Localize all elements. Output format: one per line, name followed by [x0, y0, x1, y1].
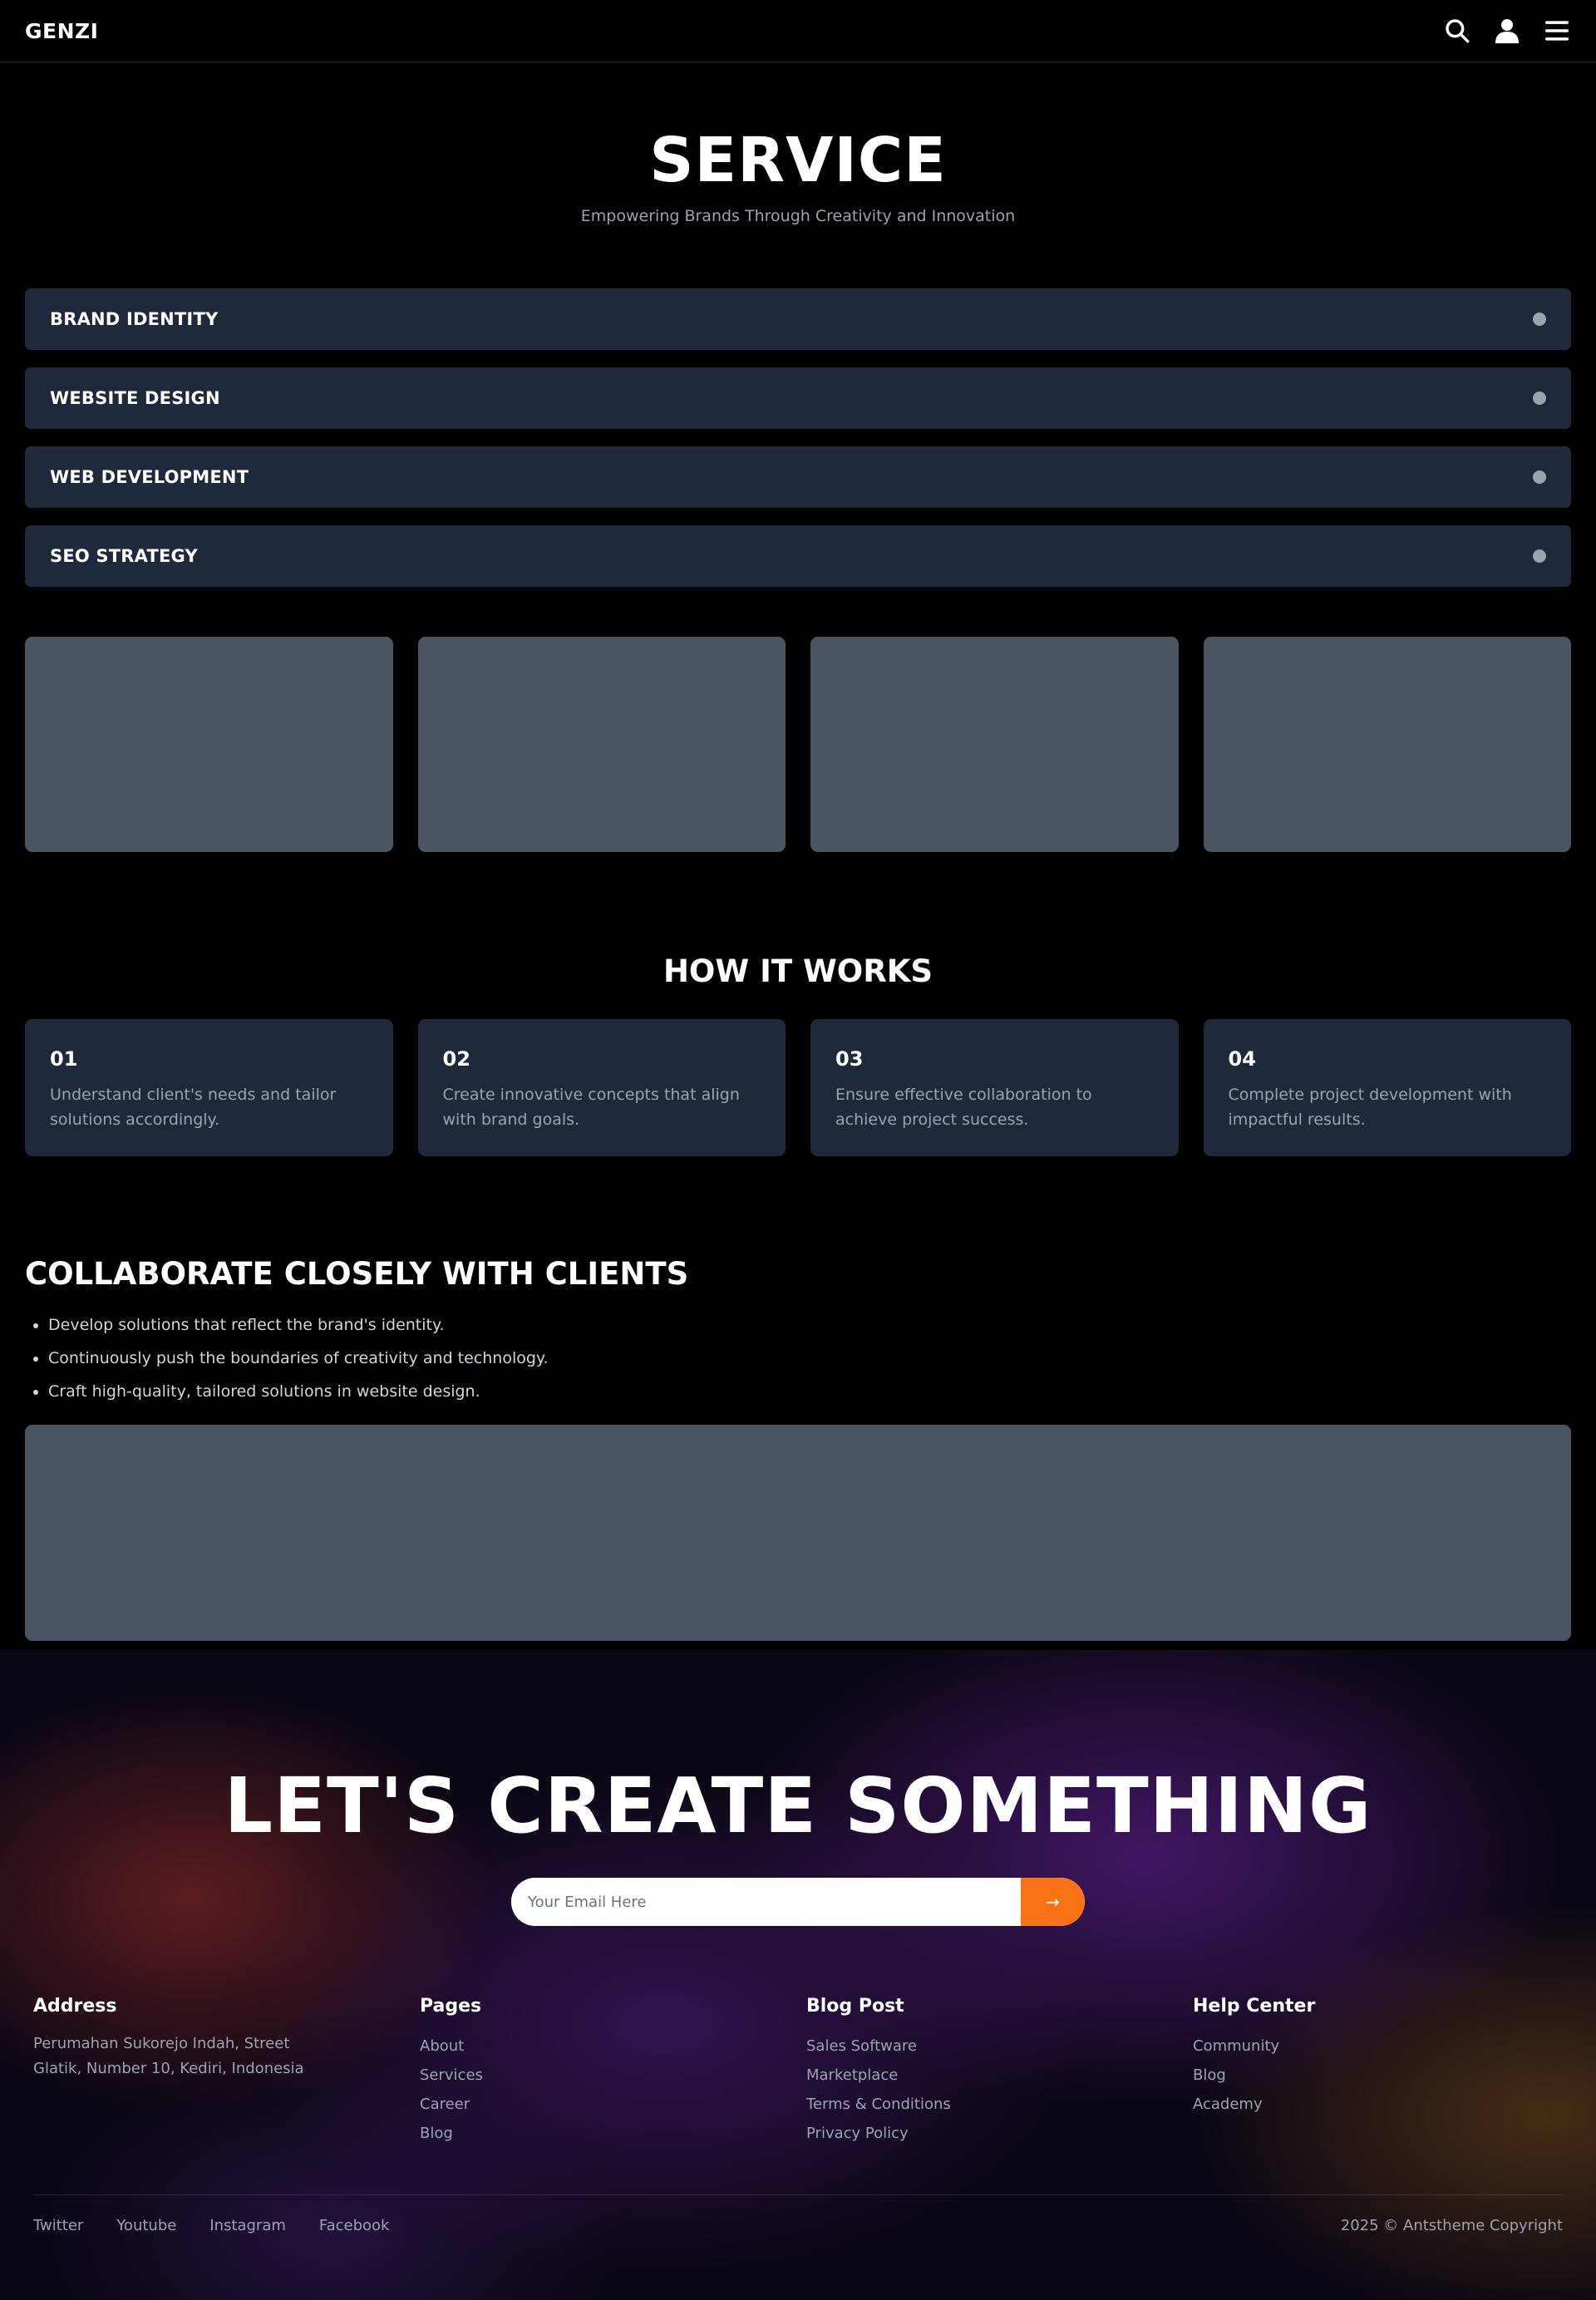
step-card: 04 Complete project development with imp… — [1203, 1018, 1571, 1156]
subscribe-button[interactable]: → — [1021, 1878, 1085, 1926]
column-title: Help Center — [1193, 1996, 1316, 2017]
service-item-brand-identity[interactable]: BRAND IDENTITY — [25, 288, 1571, 350]
dot-icon — [1533, 470, 1546, 484]
step-description: Create innovative concepts that align wi… — [442, 1085, 740, 1129]
collaborate-title: COLLABORATE CLOSELY WITH CLIENTS — [25, 1255, 689, 1292]
service-item-label: WEBSITE DESIGN — [50, 387, 220, 408]
subscribe-form: → — [0, 1878, 1596, 1926]
dot-icon — [1533, 312, 1546, 326]
step-number: 04 — [1228, 1047, 1256, 1071]
footer-col-blog-post: Blog Post Sales Software Marketplace Ter… — [806, 1996, 1176, 2148]
footer-link-marketplace[interactable]: Marketplace — [806, 2066, 898, 2084]
footer-link-career[interactable]: Career — [420, 2096, 470, 2113]
service-item-label: BRAND IDENTITY — [50, 308, 219, 329]
service-item-website-design[interactable]: WEBSITE DESIGN — [25, 367, 1571, 429]
image-placeholder — [810, 636, 1179, 852]
how-it-works-title: HOW IT WORKS — [663, 953, 933, 989]
step-description: Ensure effective collaboration to achiev… — [835, 1085, 1092, 1129]
list-item: Develop solutions that reflect the brand… — [48, 1308, 1571, 1342]
footer-col-address: Address Perumahan Sukorejo Indah, Street… — [33, 1996, 403, 2148]
footer-link-academy[interactable]: Academy — [1193, 2096, 1263, 2113]
pages-links: About Services Career Blog — [420, 2032, 790, 2148]
dot-icon — [1533, 549, 1546, 563]
copyright: 2025 © Antstheme Copyright — [1340, 2217, 1563, 2234]
step-description: Complete project development with impact… — [1228, 1085, 1512, 1129]
logo[interactable]: GENZI — [25, 19, 98, 43]
footer-bottom: Twitter Youtube Instagram Facebook 2025 … — [0, 2217, 1596, 2234]
image-placeholder — [1203, 636, 1571, 852]
page-subtitle: Empowering Brands Through Creativity and… — [580, 206, 1016, 225]
social-links: Twitter Youtube Instagram Facebook — [33, 2217, 389, 2234]
footer-link-sales-software[interactable]: Sales Software — [806, 2037, 917, 2055]
address-text: Perumahan Sukorejo Indah, Street Glatik,… — [33, 2035, 304, 2077]
dot-icon — [1533, 391, 1546, 405]
list-item: Craft high-quality, tailored solutions i… — [48, 1375, 1571, 1408]
footer-columns: Address Perumahan Sukorejo Indah, Street… — [0, 1996, 1596, 2148]
site-footer: LET'S CREATE SOMETHING → Address Perumah… — [0, 1650, 1596, 2300]
service-hero: SERVICE Empowering Brands Through Creati… — [0, 62, 1596, 225]
social-link-youtube[interactable]: Youtube — [116, 2217, 176, 2234]
footer-divider — [33, 2194, 1563, 2195]
step-number: 01 — [50, 1047, 78, 1071]
list-item: Continuously push the boundaries of crea… — [48, 1342, 1571, 1375]
page: GENZI SERVICE Empowering Brands Through … — [0, 0, 1596, 2300]
step-description: Understand client's needs and tailor sol… — [50, 1085, 337, 1129]
step-card: 02 Create innovative concepts that align… — [417, 1018, 786, 1156]
site-header: GENZI — [0, 0, 1596, 62]
step-card: 01 Understand client's needs and tailor … — [25, 1018, 393, 1156]
step-card: 03 Ensure effective collaboration to ach… — [810, 1018, 1179, 1156]
footer-col-pages: Pages About Services Career Blog — [420, 1996, 790, 2148]
image-placeholder — [417, 636, 786, 852]
column-title: Blog Post — [806, 1996, 904, 2017]
collaborate-list: Develop solutions that reflect the brand… — [25, 1308, 1571, 1408]
blog-post-links: Sales Software Marketplace Terms & Condi… — [806, 2032, 1176, 2148]
help-center-links: Community Blog Academy — [1193, 2032, 1563, 2119]
column-title: Pages — [420, 1996, 482, 2017]
footer-col-help-center: Help Center Community Blog Academy — [1193, 1996, 1563, 2148]
footer-link-about[interactable]: About — [420, 2037, 464, 2055]
menu-icon[interactable] — [1543, 17, 1571, 45]
cta-title: LET'S CREATE SOMETHING — [224, 1761, 1372, 1850]
services-accordion: BRAND IDENTITY WEBSITE DESIGN WEB DEVELO… — [0, 288, 1596, 587]
footer-link-privacy[interactable]: Privacy Policy — [806, 2125, 909, 2142]
image-placeholder — [25, 1424, 1571, 1641]
how-it-works-steps: 01 Understand client's needs and tailor … — [0, 1018, 1596, 1156]
email-input[interactable] — [511, 1878, 1021, 1926]
step-number: 03 — [835, 1047, 864, 1071]
subscribe-box: → — [511, 1878, 1085, 1926]
image-placeholder — [25, 636, 393, 852]
header-icons — [1443, 17, 1571, 45]
service-item-label: SEO STRATEGY — [50, 545, 198, 566]
footer-link-blog-help[interactable]: Blog — [1193, 2066, 1226, 2084]
service-images — [0, 636, 1596, 852]
footer-link-terms[interactable]: Terms & Conditions — [806, 2096, 951, 2113]
service-item-web-development[interactable]: WEB DEVELOPMENT — [25, 446, 1571, 508]
service-item-seo-strategy[interactable]: SEO STRATEGY — [25, 525, 1571, 587]
collaborate-section: COLLABORATE CLOSELY WITH CLIENTS Develop… — [0, 1256, 1596, 1408]
page-title: SERVICE — [649, 125, 947, 196]
service-item-label: WEB DEVELOPMENT — [50, 466, 249, 487]
user-icon[interactable] — [1493, 17, 1521, 45]
step-number: 02 — [442, 1047, 470, 1071]
column-title: Address — [33, 1996, 117, 2017]
social-link-facebook[interactable]: Facebook — [319, 2217, 390, 2234]
search-icon[interactable] — [1443, 17, 1471, 45]
social-link-twitter[interactable]: Twitter — [33, 2217, 83, 2234]
footer-link-services[interactable]: Services — [420, 2066, 483, 2084]
social-link-instagram[interactable]: Instagram — [209, 2217, 286, 2234]
footer-link-blog[interactable]: Blog — [420, 2125, 453, 2142]
footer-link-community[interactable]: Community — [1193, 2037, 1279, 2055]
